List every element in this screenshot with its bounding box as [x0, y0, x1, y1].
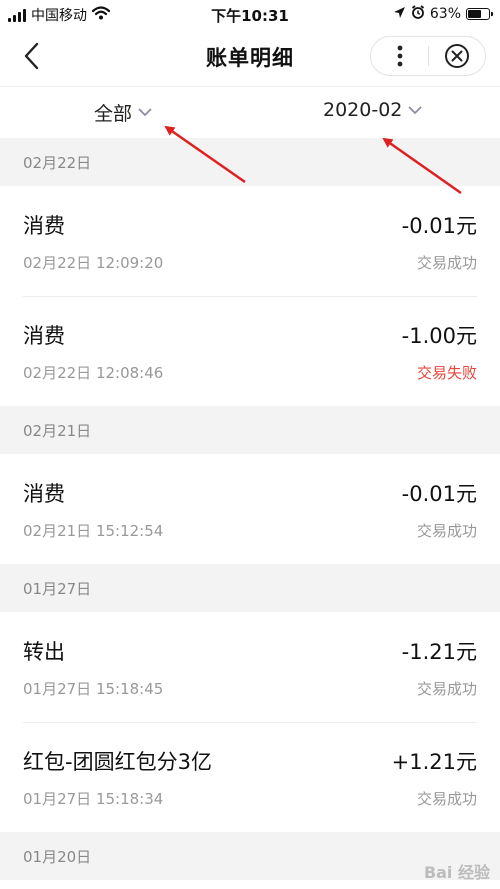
- chevron-down-icon: [138, 108, 152, 116]
- month-filter-dropdown[interactable]: 2020-02: [323, 99, 422, 121]
- status-bar: 中国移动 下午10:31 63%: [0, 0, 500, 28]
- chevron-down-icon: [408, 106, 422, 114]
- transaction-amount: -1.21元: [401, 640, 477, 664]
- close-button[interactable]: [429, 37, 485, 75]
- transaction-amount: -1.00元: [401, 324, 477, 348]
- battery-percent: 63%: [429, 6, 461, 22]
- transaction-time: 01月27日 15:18:45: [23, 680, 164, 698]
- location-arrow-icon: [393, 6, 406, 23]
- transaction-title: 消费: [23, 324, 65, 348]
- transaction-row[interactable]: 消费 02月21日 15:12:54 -0.01元 交易成功: [0, 454, 500, 564]
- transaction-status: 交易失败: [416, 364, 477, 382]
- transaction-amount: -0.01元: [401, 482, 477, 506]
- transaction-time: 02月22日 12:09:20: [23, 254, 164, 272]
- transaction-status: 交易成功: [416, 254, 477, 272]
- transaction-row[interactable]: 消费 02月22日 12:08:46 -1.00元 交易失败: [0, 296, 500, 406]
- transaction-row[interactable]: 消费 02月22日 12:09:20 -0.01元 交易成功: [0, 186, 500, 296]
- more-button[interactable]: [371, 37, 428, 75]
- circle-close-icon: [444, 44, 469, 68]
- transaction-time: 01月27日 15:18:34: [23, 790, 164, 808]
- transaction-time: 02月21日 15:12:54: [23, 522, 164, 540]
- transaction-title: 转出: [23, 640, 65, 664]
- type-filter-dropdown[interactable]: 全部: [94, 99, 152, 126]
- transaction-time: 02月22日 12:08:46: [23, 364, 164, 382]
- transaction-status: 交易成功: [416, 522, 477, 540]
- transaction-title: 红包-团圆红包分3亿: [23, 750, 212, 774]
- more-vertical-icon: [397, 45, 402, 67]
- transaction-amount: -0.01元: [401, 214, 477, 238]
- status-right: 63%: [393, 5, 493, 23]
- transaction-title: 消费: [23, 482, 65, 506]
- battery-icon: [466, 8, 493, 20]
- mini-program-capsule: [370, 36, 486, 76]
- filter-bar: 全部 2020-02: [0, 86, 500, 138]
- section-date-header: 01月27日: [0, 564, 500, 612]
- watermark-text: Bai 经验: [423, 863, 490, 882]
- section-date-header: 02月22日: [0, 138, 500, 186]
- alarm-clock-icon: [411, 5, 425, 23]
- transaction-row[interactable]: 转出 01月27日 15:18:45 -1.21元 交易成功: [0, 612, 500, 722]
- transaction-status: 交易成功: [416, 790, 477, 808]
- transaction-title: 消费: [23, 214, 65, 238]
- section-date-header: 02月21日: [0, 406, 500, 454]
- nav-bar: 账单明细: [0, 28, 500, 86]
- baidu-jingyan-watermark: Bai 经验: [424, 859, 490, 883]
- type-filter-label: 全部: [94, 103, 133, 125]
- month-filter-label: 2020-02: [323, 99, 403, 121]
- transaction-amount: +1.21元: [391, 750, 477, 774]
- transaction-status: 交易成功: [416, 680, 477, 698]
- transaction-list: 02月22日 消费 02月22日 12:09:20 -0.01元 交易成功 消费…: [0, 138, 500, 880]
- transaction-row[interactable]: 红包-团圆红包分3亿 01月27日 15:18:34 +1.21元 交易成功: [0, 722, 500, 832]
